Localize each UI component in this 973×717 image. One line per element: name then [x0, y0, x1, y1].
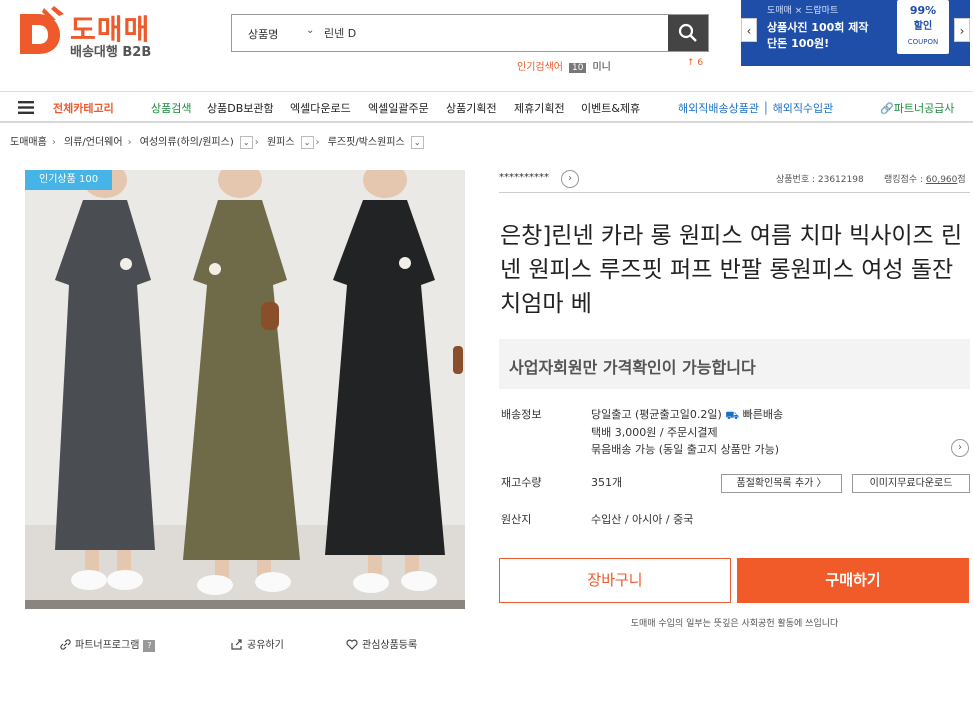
- chevron-right-icon: ›: [51, 137, 56, 148]
- shipping-line2: 택배 3,000원 / 주문시결제: [591, 426, 718, 439]
- product-title: 은창]린넨 카라 롱 원피스 여름 치마 빅사이즈 린넨 원피스 루즈핏 퍼프 …: [500, 223, 963, 317]
- popular-keyword[interactable]: 미니: [592, 62, 610, 73]
- chevron-down-icon[interactable]: ⌄: [239, 135, 253, 149]
- chevron-down-icon[interactable]: ⌄: [306, 25, 314, 36]
- nav-product-db[interactable]: 상품DB보관함: [207, 100, 274, 116]
- nav-product-exhibition[interactable]: 상품기획전: [446, 100, 497, 116]
- shipping-more-icon[interactable]: ›: [951, 439, 969, 457]
- chevron-down-icon[interactable]: ⌄: [410, 135, 424, 149]
- add-to-cart-button[interactable]: 장바구니: [499, 558, 731, 603]
- social-contribution-note: 도매매 수입의 일부는 뜻깊은 사회공헌 활동에 쓰입니다: [630, 619, 839, 629]
- divider: [499, 192, 970, 193]
- nav-all-categories[interactable]: 전체카테고리: [53, 100, 114, 116]
- logo[interactable]: 도매매 배송대행 B2B: [14, 6, 164, 62]
- chevron-right-icon: ›: [254, 137, 259, 148]
- popular-keywords-label: 인기검색어: [517, 62, 563, 73]
- breadcrumb-level1[interactable]: 의류/언더웨어: [64, 133, 123, 148]
- heart-icon: [346, 639, 358, 650]
- image-download-button[interactable]: 이미지무료다운로드: [852, 474, 970, 493]
- partner-program-label: 파트너프로그램: [75, 640, 140, 651]
- chevron-down-icon[interactable]: ⌄: [300, 135, 314, 149]
- product-photo: [25, 170, 465, 609]
- search-box: 상품명 ⌄: [231, 14, 709, 52]
- shipping-summary: 당일출고 (평균출고일0.2일): [591, 408, 722, 421]
- stock-value: 351개: [591, 476, 623, 489]
- breadcrumb-level2[interactable]: 여성의류(하의/원피스): [140, 133, 234, 148]
- logo-subtitle: 배송대행 B2B: [70, 45, 152, 60]
- breadcrumb-level4[interactable]: 루즈핏/박스원피스: [328, 133, 405, 148]
- wishlist-button[interactable]: 관심상품등록: [346, 636, 417, 651]
- stock-label: 재고수량: [501, 476, 542, 489]
- nav-product-search[interactable]: 상품검색: [151, 100, 191, 116]
- shipping-line1: 당일출고 (평균출고일0.2일) ⛟ 빠른배송: [591, 406, 783, 424]
- search-icon: [678, 23, 697, 42]
- wishlist-label: 관심상품등록: [362, 640, 418, 651]
- search-button[interactable]: [668, 15, 708, 51]
- seller-name[interactable]: **********: [499, 172, 549, 183]
- nav-partner-label: 파트너공급사: [893, 102, 955, 115]
- nav-overseas[interactable]: 해외직배송상품관 │ 해외직수입관: [678, 100, 833, 116]
- product-image[interactable]: [25, 170, 465, 609]
- popular-rank-badge: 10: [569, 63, 587, 73]
- seller-more-icon[interactable]: ›: [561, 170, 579, 188]
- banner-next-button[interactable]: ›: [954, 18, 970, 42]
- share-button[interactable]: 공유하기: [231, 636, 284, 651]
- coupon-percent: 99%: [909, 4, 937, 17]
- coupon-graphic: 99% 할인 COUPON: [897, 0, 949, 54]
- share-icon: [231, 639, 242, 650]
- breadcrumb: 도매매홈 › 의류/언더웨어 › 여성의류(하의/원피스) ⌄ › 원피스 ⌄ › 루즈핏/…: [10, 133, 424, 149]
- shipping-line3: 묶음배송 가능 (동일 출고지 상품만 가능): [591, 443, 779, 456]
- nav-partner-exhibition[interactable]: 제휴기획전: [514, 100, 565, 116]
- nav-excel-order[interactable]: 엑셀일괄주문: [368, 100, 429, 116]
- main-nav: 전체카테고리 상품검색 상품DB보관함 엑셀다운로드 엑셀일괄주문 상품기획전 …: [0, 91, 973, 123]
- help-icon[interactable]: ?: [143, 640, 156, 652]
- menu-icon[interactable]: [18, 101, 34, 114]
- share-label: 공유하기: [247, 640, 284, 651]
- banner-prev-button[interactable]: ‹: [741, 18, 757, 42]
- origin-label: 원산지: [501, 513, 532, 526]
- fast-shipping-label: 빠른배송: [742, 408, 784, 421]
- price-notice: 사업자회원만 가격확인이 가능합니다: [499, 339, 970, 389]
- nav-excel-download[interactable]: 엑셀다운로드: [290, 100, 351, 116]
- popular-keywords[interactable]: 인기검색어 10 미니 ↑ 6: [517, 58, 703, 73]
- partner-program-link[interactable]: 파트너프로그램?: [60, 636, 156, 652]
- coupon-word: COUPON: [907, 38, 939, 46]
- search-category-select[interactable]: 상품명: [248, 26, 278, 42]
- nav-partner-supplier[interactable]: 🔗파트너공급사: [880, 100, 954, 116]
- nav-events[interactable]: 이벤트&제휴: [581, 100, 640, 116]
- popular-product-badge: 인기상품 100: [25, 170, 113, 190]
- price-notice-text: 사업자회원만 가격확인이 가능합니다: [509, 358, 756, 377]
- product-number: 상품번호 : 23612198: [776, 175, 864, 185]
- truck-icon: ⛟: [725, 409, 740, 422]
- chevron-right-icon: ›: [127, 137, 132, 148]
- breadcrumb-home[interactable]: 도매매홈: [10, 133, 47, 148]
- link-icon: [60, 639, 71, 650]
- promo-banner[interactable]: ‹ 도매매 × 드랍마트 상품사진 100회 제작 단돈 100원! 99% 할…: [741, 0, 970, 66]
- link-icon: 🔗: [880, 102, 894, 115]
- chevron-right-icon: ›: [315, 137, 320, 148]
- ranking-score: 랭킹점수 : 60,960점: [884, 172, 966, 185]
- popular-rank-change: ↑ 6: [687, 58, 704, 68]
- banner-brand: 도매매 × 드랍마트: [767, 6, 839, 16]
- origin-value: 수입산 / 아시아 / 중국: [591, 513, 694, 526]
- buy-now-button[interactable]: 구매하기: [737, 558, 969, 603]
- search-input[interactable]: [324, 21, 654, 45]
- banner-line1: 상품사진 100회 제작: [767, 21, 869, 34]
- banner-line2: 단돈 100원!: [767, 37, 830, 50]
- breadcrumb-level3[interactable]: 원피스: [267, 133, 295, 148]
- soldout-check-button[interactable]: 품절확인목록 추가 〉: [721, 474, 842, 493]
- ranking-value[interactable]: 60,960: [926, 175, 958, 185]
- coupon-sale: 할인: [913, 21, 933, 32]
- ranking-label: 랭킹점수 :: [884, 175, 926, 185]
- logo-d-icon: [20, 6, 64, 54]
- shipping-label: 배송정보: [501, 408, 542, 421]
- ranking-unit: 점: [957, 175, 966, 185]
